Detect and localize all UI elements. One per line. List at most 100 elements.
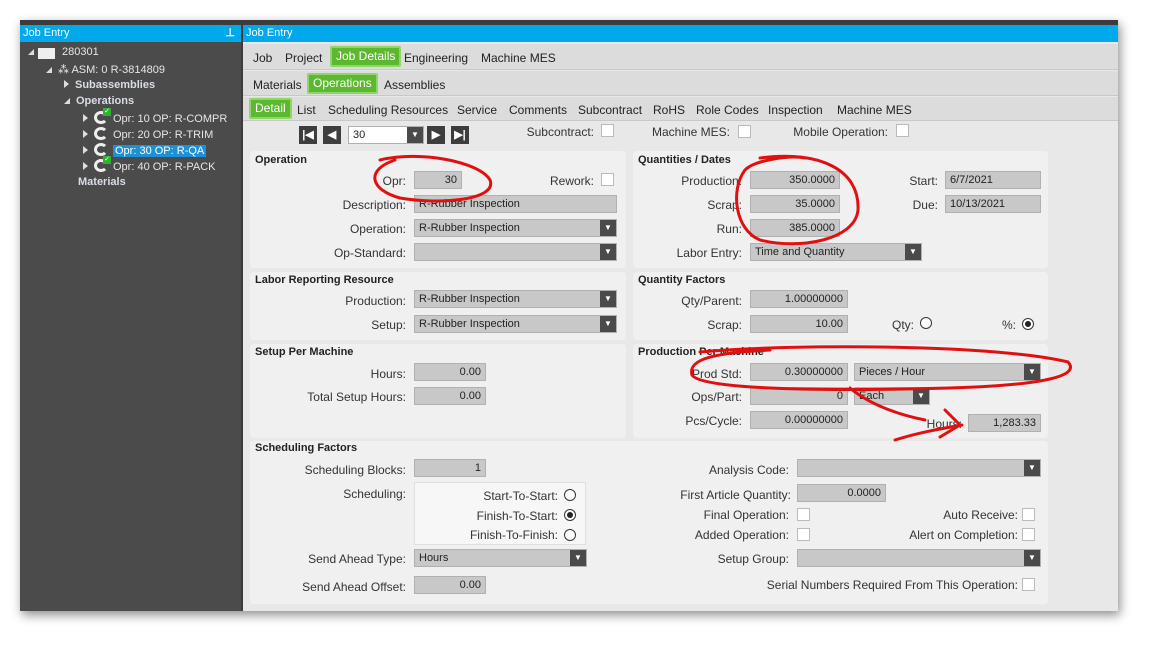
opr-field[interactable]: 30 [414, 171, 462, 189]
prod-std-field[interactable]: 0.30000000 [750, 363, 848, 381]
subcontract-checkbox[interactable] [601, 124, 614, 137]
scheduling-blocks-field[interactable]: 1 [414, 459, 486, 477]
tab-operations[interactable]: Operations [307, 73, 378, 94]
auto-receive-checkbox[interactable] [1022, 508, 1035, 521]
ops-part-label: Ops/Part: [691, 390, 742, 404]
tab-machine-mes-op[interactable]: Machine MES [833, 100, 916, 120]
record-selector[interactable]: 30 ▼ [348, 126, 424, 144]
finish-to-finish-radio[interactable] [564, 529, 576, 541]
due-date-field[interactable]: 10/13/2021 [945, 195, 1041, 213]
tab-assemblies[interactable]: Assemblies [380, 75, 449, 95]
expand-icon[interactable] [83, 130, 88, 138]
tab-service[interactable]: Service [453, 100, 501, 120]
description-field[interactable]: R-Rubber Inspection [414, 195, 617, 213]
prod-hours-label: Hours: [926, 417, 962, 431]
dropdown-arrow-icon[interactable]: ▼ [600, 220, 616, 236]
setup-group-select[interactable]: ▼ [797, 549, 1041, 567]
mobile-operation-checkbox[interactable] [896, 124, 909, 137]
assembly-icon: ⁂ [58, 64, 69, 76]
dropdown-arrow-icon[interactable]: ▼ [905, 244, 921, 260]
expand-icon[interactable] [64, 80, 69, 88]
labor-setup-select[interactable]: R-Rubber Inspection ▼ [414, 315, 617, 333]
total-setup-hours-field[interactable]: 0.00 [414, 387, 486, 405]
prod-hours-field[interactable]: 1,283.33 [968, 414, 1041, 432]
analysis-code-select[interactable]: ▼ [797, 459, 1041, 477]
collapse-icon[interactable] [46, 67, 52, 73]
collapse-icon[interactable] [64, 98, 70, 104]
tree-node-assembly[interactable]: ⁂ ASM: 0 R-3814809 [46, 63, 165, 76]
first-article-qty-field[interactable]: 0.0000 [797, 484, 886, 502]
added-operation-checkbox[interactable] [797, 528, 810, 541]
tab-machine-mes[interactable]: Machine MES [477, 48, 560, 68]
tree-node-op-20[interactable]: Opr: 20 OP: R-TRIM [83, 127, 213, 141]
percent-radio[interactable] [1022, 318, 1034, 330]
pcs-cycle-field[interactable]: 0.00000000 [750, 411, 848, 429]
ops-unit-select[interactable]: Each ▼ [854, 387, 930, 405]
tab-list[interactable]: List [293, 100, 320, 120]
run-qty-field[interactable]: 385.0000 [750, 219, 840, 237]
tab-job[interactable]: Job [249, 48, 276, 68]
dropdown-arrow-icon[interactable]: ▼ [407, 127, 423, 143]
labor-production-select[interactable]: R-Rubber Inspection ▼ [414, 290, 617, 308]
scrap-qty-field[interactable]: 35.0000 [750, 195, 840, 213]
dropdown-arrow-icon[interactable]: ▼ [1024, 460, 1040, 476]
send-ahead-type-select[interactable]: Hours ▼ [414, 549, 587, 567]
op-standard-select[interactable]: ▼ [414, 243, 617, 261]
complete-check-icon: ✓ [103, 156, 111, 164]
tab-detail[interactable]: Detail [249, 98, 292, 119]
scrap-factor-field[interactable]: 10.00 [750, 315, 848, 333]
start-to-start-radio[interactable] [564, 489, 576, 501]
tab-inspection[interactable]: Inspection [764, 100, 827, 120]
operation-select[interactable]: R-Rubber Inspection ▼ [414, 219, 617, 237]
first-record-button[interactable]: |◀ [299, 126, 317, 144]
tab-project[interactable]: Project [281, 48, 326, 68]
dropdown-arrow-icon[interactable]: ▼ [913, 388, 929, 404]
tree-node-op-10[interactable]: ✓ Opr: 10 OP: R-COMPR [83, 108, 227, 125]
expand-icon[interactable] [83, 114, 88, 122]
dropdown-arrow-icon[interactable]: ▼ [1024, 364, 1040, 380]
setup-hours-field[interactable]: 0.00 [414, 363, 486, 381]
tab-comments[interactable]: Comments [505, 100, 571, 120]
final-operation-checkbox[interactable] [797, 508, 810, 521]
serial-numbers-checkbox[interactable] [1022, 578, 1035, 591]
ops-part-field[interactable]: 0 [750, 387, 848, 405]
dropdown-arrow-icon[interactable]: ▼ [1024, 550, 1040, 566]
tab-role-codes[interactable]: Role Codes [692, 100, 763, 120]
pin-icon[interactable]: ⊥ [225, 25, 235, 42]
dropdown-arrow-icon[interactable]: ▼ [600, 316, 616, 332]
tree-node-op-40[interactable]: ✓ Opr: 40 OP: R-PACK [83, 156, 216, 173]
tab-rohs[interactable]: RoHS [649, 100, 689, 120]
machine-mes-checkbox[interactable] [738, 125, 751, 138]
dropdown-arrow-icon[interactable]: ▼ [570, 550, 586, 566]
next-record-button[interactable]: ▶ [427, 126, 445, 144]
collapse-icon[interactable] [28, 49, 34, 55]
tab-materials[interactable]: Materials [249, 75, 306, 95]
tree-node-job[interactable]: 280301 [28, 46, 99, 59]
qty-radio[interactable] [920, 317, 932, 329]
send-ahead-offset-field[interactable]: 0.00 [414, 576, 486, 594]
start-date-field[interactable]: 6/7/2021 [945, 171, 1041, 189]
previous-record-button[interactable]: ◀ [323, 126, 341, 144]
expand-icon[interactable] [83, 146, 88, 154]
dropdown-arrow-icon[interactable]: ▼ [600, 291, 616, 307]
tab-scheduling-resources[interactable]: Scheduling Resources [324, 100, 452, 120]
expand-icon[interactable] [83, 162, 88, 170]
tab-engineering[interactable]: Engineering [400, 48, 472, 68]
alert-on-completion-checkbox[interactable] [1022, 528, 1035, 541]
tree-node-operations[interactable]: Operations [64, 95, 134, 107]
tree-node-subassemblies[interactable]: Subassemblies [64, 79, 155, 91]
qty-parent-field[interactable]: 1.00000000 [750, 290, 848, 308]
rework-checkbox[interactable] [601, 173, 614, 186]
tab-job-details[interactable]: Job Details [330, 46, 402, 67]
production-qty-field[interactable]: 350.0000 [750, 171, 840, 189]
tab-subcontract[interactable]: Subcontract [574, 100, 646, 120]
tree-node-materials[interactable]: Materials [78, 176, 126, 188]
tree-node-op-30[interactable]: Opr: 30 OP: R-QA [83, 143, 207, 157]
finish-to-start-radio[interactable] [564, 509, 576, 521]
last-record-button[interactable]: ▶| [451, 126, 469, 144]
send-ahead-type-label: Send Ahead Type: [308, 552, 406, 566]
prod-std-label: Prod Std: [691, 367, 742, 381]
labor-entry-select[interactable]: Time and Quantity ▼ [750, 243, 922, 261]
dropdown-arrow-icon[interactable]: ▼ [600, 244, 616, 260]
prod-std-unit-select[interactable]: Pieces / Hour ▼ [854, 363, 1041, 381]
